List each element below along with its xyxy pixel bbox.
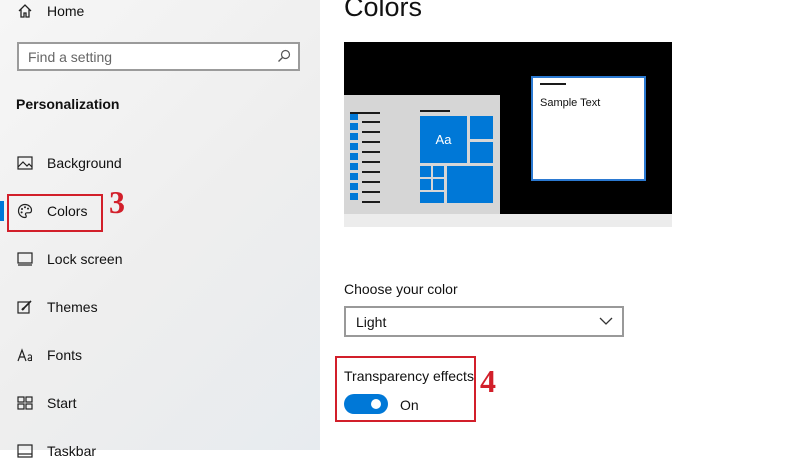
section-title: Personalization	[16, 96, 120, 112]
start-icon	[16, 394, 34, 412]
lock-screen-icon	[16, 250, 34, 268]
choose-color-value: Light	[356, 314, 387, 330]
background-image-icon	[16, 154, 34, 172]
sidebar-item-taskbar[interactable]: Taskbar	[0, 431, 320, 471]
choose-color-label: Choose your color	[344, 281, 458, 297]
sidebar-item-label: Fonts	[47, 347, 83, 363]
transparency-callout-box	[335, 356, 476, 422]
home-icon	[16, 2, 34, 20]
sidebar-item-label: Taskbar	[47, 443, 97, 459]
sidebar-item-label: Background	[47, 155, 122, 171]
preview-sample-window: Sample Text	[531, 76, 646, 181]
sidebar-item-label: Themes	[47, 299, 98, 315]
search-icon[interactable]	[277, 49, 291, 63]
preview-sample-text: Sample Text	[540, 97, 601, 109]
sidebar-item-label: Lock screen	[47, 251, 123, 267]
home-nav-item[interactable]: Home	[0, 0, 320, 31]
sidebar: Home Personalization Background Colors L…	[0, 0, 320, 459]
step-number-4: 4	[480, 363, 496, 399]
chevron-down-icon	[598, 314, 614, 328]
themes-brush-icon	[16, 298, 34, 316]
search-input[interactable]	[28, 49, 268, 65]
sidebar-item-fonts[interactable]: Fonts	[0, 335, 320, 375]
sidebar-item-themes[interactable]: Themes	[0, 287, 320, 327]
preview-start-window: Aa	[344, 95, 500, 214]
preview-tile-aa: Aa	[420, 116, 467, 163]
sidebar-item-label: Start	[47, 395, 77, 411]
choose-color-dropdown[interactable]: Light	[344, 306, 624, 337]
colors-callout-box	[7, 194, 103, 232]
taskbar-icon	[16, 442, 34, 460]
preview-taskbar	[344, 214, 672, 227]
fonts-icon	[16, 346, 34, 364]
page-title: Colors	[344, 0, 423, 22]
step-number-3: 3	[109, 184, 125, 220]
home-label: Home	[47, 3, 85, 19]
sidebar-item-background[interactable]: Background	[0, 143, 320, 183]
sidebar-item-lock-screen[interactable]: Lock screen	[0, 239, 320, 279]
color-preview: Aa Sample Text	[344, 42, 672, 227]
preview-tile-text: Aa	[435, 132, 452, 147]
search-box[interactable]	[17, 42, 300, 71]
main-content: Colors Aa Sample Text Choose your color …	[320, 0, 800, 450]
sidebar-item-start[interactable]: Start	[0, 383, 320, 423]
